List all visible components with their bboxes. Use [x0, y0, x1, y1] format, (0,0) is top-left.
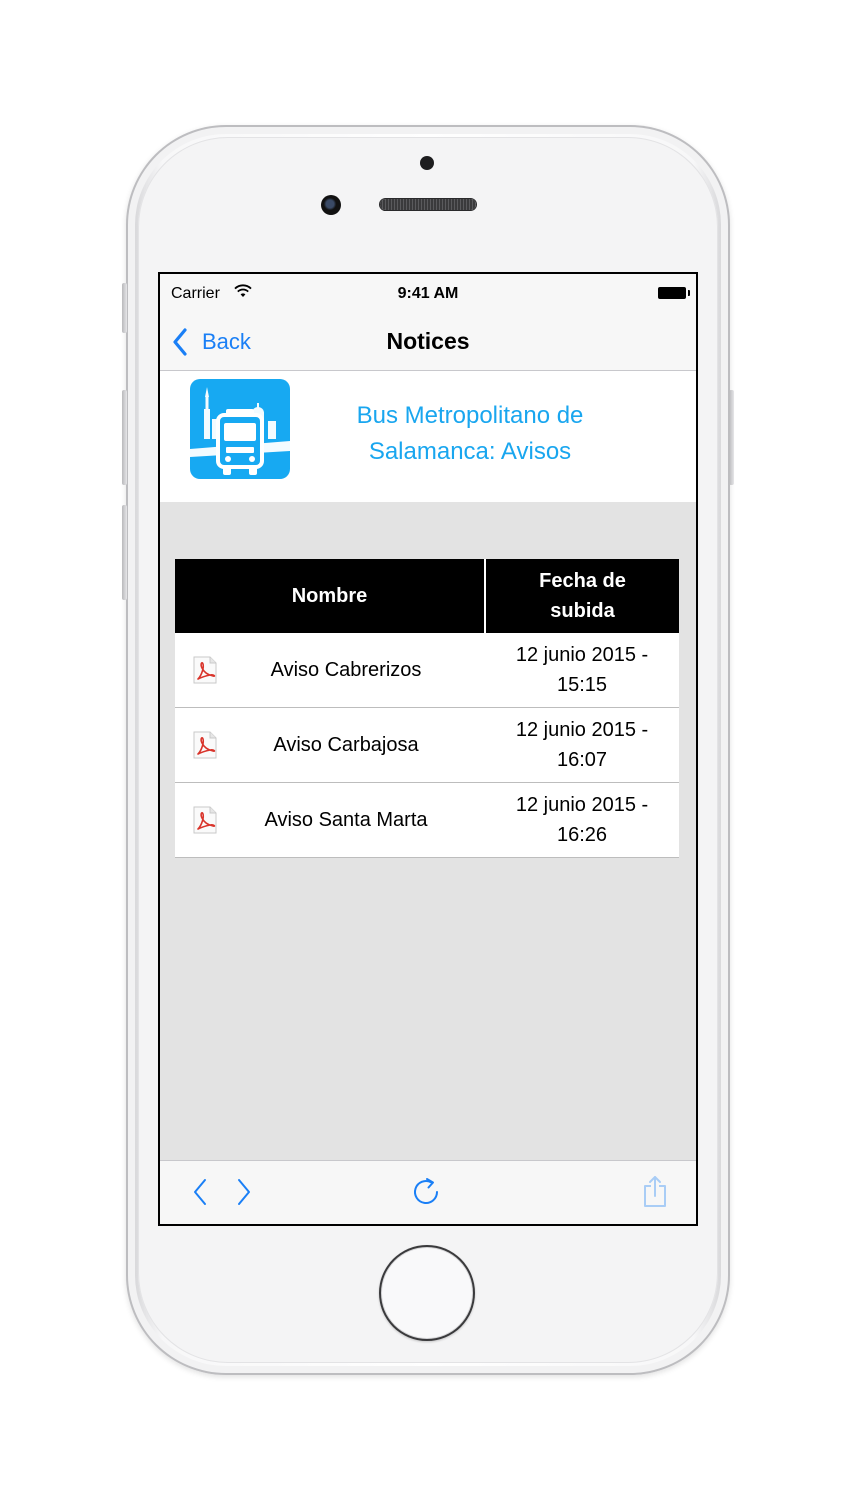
column-header-date: Fecha de subida	[539, 570, 626, 622]
pdf-icon	[193, 656, 217, 684]
pdf-icon	[193, 806, 217, 834]
notice-name: Aviso Santa Marta	[264, 808, 428, 831]
screen: Carrier 9:41 AM Back Notices Bus Metropo…	[158, 272, 698, 1226]
header-card: Bus Metropolitano de Salamanca: Avisos	[160, 371, 696, 502]
front-camera	[321, 195, 341, 215]
chevron-right-icon[interactable]	[234, 1177, 254, 1207]
power-button	[729, 390, 734, 485]
table-row[interactable]: Aviso Carbajosa 12 junio 2015 - 16:07	[175, 708, 679, 783]
notice-date: 12 junio 2015 - 15:15	[515, 644, 649, 696]
home-button[interactable]	[379, 1245, 475, 1341]
notice-name: Aviso Carbajosa	[273, 733, 419, 756]
chevron-left-icon[interactable]	[190, 1177, 210, 1207]
pdf-icon	[193, 731, 217, 759]
bus-logo	[190, 379, 290, 479]
notices-table: Nombre Fecha de subida Aviso Cabrerizos 1…	[175, 559, 679, 858]
earpiece-speaker	[380, 199, 476, 210]
volume-up-button	[122, 390, 127, 485]
navigation-bar: Back Notices	[160, 314, 696, 371]
header-title-line2: Salamanca: Avisos	[368, 438, 572, 465]
battery-icon	[658, 287, 690, 299]
table-header: Nombre Fecha de subida	[175, 559, 679, 633]
page-title: Notices	[386, 328, 470, 354]
bus-city-icon	[190, 387, 290, 475]
column-header-name: Nombre	[175, 559, 486, 633]
notice-date: 12 junio 2015 - 16:26	[515, 794, 649, 846]
proximity-sensor	[420, 156, 434, 170]
header-title-line1: Bus Metropolitano de	[356, 402, 584, 429]
share-icon[interactable]	[642, 1174, 668, 1208]
mute-switch	[122, 283, 127, 333]
refresh-icon[interactable]	[409, 1175, 443, 1209]
status-time: 9:41 AM	[397, 285, 459, 302]
table-row[interactable]: Aviso Santa Marta 12 junio 2015 - 16:26	[175, 783, 679, 858]
notice-date: 12 junio 2015 - 16:07	[515, 719, 649, 771]
volume-down-button	[122, 505, 127, 600]
table-row[interactable]: Aviso Cabrerizos 12 junio 2015 - 15:15	[175, 633, 679, 708]
notice-name: Aviso Cabrerizos	[270, 658, 422, 681]
header-title: Bus Metropolitano de Salamanca: Avisos	[320, 398, 620, 470]
status-bar: Carrier 9:41 AM	[160, 274, 696, 314]
browser-toolbar	[160, 1160, 696, 1224]
